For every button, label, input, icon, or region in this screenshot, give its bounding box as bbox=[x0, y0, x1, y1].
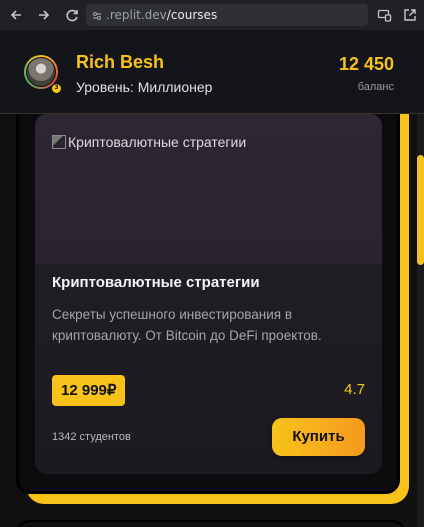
buy-button[interactable]: Купить bbox=[272, 418, 365, 456]
price-badge: 12 999₽ bbox=[52, 375, 126, 406]
open-in-new-tab-icon[interactable] bbox=[402, 7, 418, 23]
course-image-alt-text: Криптовалютные стратегии bbox=[68, 134, 247, 150]
reload-icon[interactable] bbox=[64, 7, 80, 23]
next-course-card bbox=[16, 520, 406, 527]
arrow-left-icon[interactable] bbox=[8, 7, 24, 23]
course-title: Криптовалютные стратегии bbox=[52, 274, 260, 291]
user-level: Уровень: Миллионер bbox=[76, 79, 213, 95]
balance-label: баланс bbox=[357, 81, 394, 93]
address-bar[interactable]: .replit.dev/courses bbox=[86, 4, 368, 26]
url-host: .replit.dev bbox=[106, 8, 167, 22]
arrow-right-icon[interactable] bbox=[36, 7, 52, 23]
site-info-icon[interactable] bbox=[92, 10, 102, 20]
students-count: 1342 студентов bbox=[52, 431, 131, 443]
avatar[interactable] bbox=[26, 57, 56, 87]
course-card: Криптовалютные стратегии Криптовалютные … bbox=[35, 114, 382, 474]
broken-image-icon bbox=[52, 135, 66, 149]
course-image: Криптовалютные стратегии bbox=[35, 114, 382, 264]
courses-page: Криптовалютные стратегии Криптовалютные … bbox=[0, 30, 424, 527]
browser-toolbar: .replit.dev/courses bbox=[0, 0, 424, 30]
level-badge: 3 bbox=[51, 83, 62, 94]
course-description: Секреты успешного инвестирования в крипт… bbox=[52, 307, 322, 343]
course-image-alt: Криптовалютные стратегии bbox=[52, 134, 246, 150]
balance-value: 12 450 bbox=[338, 54, 394, 74]
scrollbar-thumb[interactable] bbox=[417, 155, 424, 265]
user-name: Rich Besh bbox=[76, 52, 165, 72]
cast-icon[interactable] bbox=[376, 7, 392, 23]
course-rating: 4.7 bbox=[344, 381, 365, 398]
url-path: /courses bbox=[166, 8, 218, 22]
user-header: 3 Rich Besh Уровень: Миллионер 12 450 ба… bbox=[0, 30, 424, 114]
